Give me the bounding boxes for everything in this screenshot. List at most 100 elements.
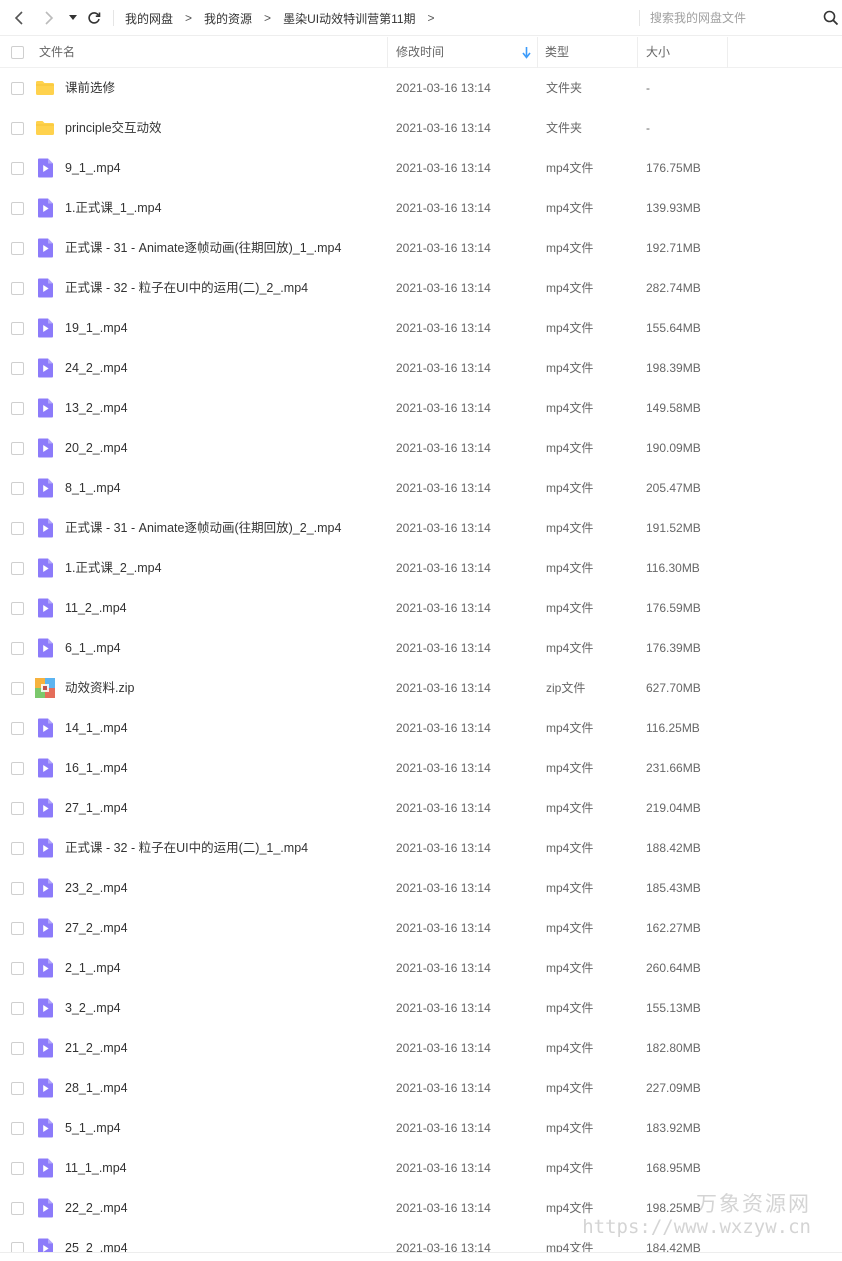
file-name[interactable]: 6_1_.mp4 (65, 628, 121, 668)
row-checkbox[interactable] (11, 562, 24, 575)
column-header-size[interactable]: 大小 (646, 37, 670, 68)
row-checkbox[interactable] (11, 1202, 24, 1215)
file-name[interactable]: 24_2_.mp4 (65, 348, 128, 388)
column-divider[interactable] (637, 37, 638, 68)
file-row[interactable]: 1.正式课_2_.mp4 2021-03-16 13:14 mp4文件 116.30M… (0, 548, 842, 588)
row-checkbox[interactable] (11, 682, 24, 695)
row-checkbox[interactable] (11, 1042, 24, 1055)
row-checkbox[interactable] (11, 362, 24, 375)
column-divider[interactable] (537, 37, 538, 68)
file-name[interactable]: 课前选修 (65, 68, 115, 108)
row-checkbox[interactable] (11, 762, 24, 775)
file-row[interactable]: 20_2_.mp4 2021-03-16 13:14 mp4文件 190.09MB (0, 428, 842, 468)
breadcrumb-item[interactable]: 我的网盘 (125, 10, 173, 27)
file-row[interactable]: 3_2_.mp4 2021-03-16 13:14 mp4文件 155.13MB (0, 988, 842, 1028)
row-checkbox[interactable] (11, 922, 24, 935)
file-row[interactable]: 11_1_.mp4 2021-03-16 13:14 mp4文件 168.95MB (0, 1148, 842, 1188)
search-button[interactable] (822, 9, 840, 27)
file-row[interactable]: 课前选修 2021-03-16 13:14 文件夹 - (0, 68, 842, 108)
row-checkbox[interactable] (11, 602, 24, 615)
file-name[interactable]: 1.正式课_1_.mp4 (65, 188, 162, 228)
row-checkbox[interactable] (11, 482, 24, 495)
file-name[interactable]: principle交互动效 (65, 108, 162, 148)
row-checkbox[interactable] (11, 1242, 24, 1252)
row-checkbox[interactable] (11, 842, 24, 855)
file-name[interactable]: 28_1_.mp4 (65, 1068, 128, 1108)
file-name[interactable]: 2_1_.mp4 (65, 948, 121, 988)
file-row[interactable]: 19_1_.mp4 2021-03-16 13:14 mp4文件 155.64MB (0, 308, 842, 348)
file-name[interactable]: 20_2_.mp4 (65, 428, 128, 468)
file-name[interactable]: 动效资料.zip (65, 668, 134, 708)
file-row[interactable]: 1.正式课_1_.mp4 2021-03-16 13:14 mp4文件 139.93M… (0, 188, 842, 228)
search-input[interactable] (650, 7, 815, 29)
file-row[interactable]: 动效资料.zip 2021-03-16 13:14 zip文件 627.70MB (0, 668, 842, 708)
row-checkbox[interactable] (11, 642, 24, 655)
file-row[interactable]: 正式课 - 32 - 粒子在UI中的运用(二)_1_.mp4 2021-03-16… (0, 828, 842, 868)
file-name[interactable]: 21_2_.mp4 (65, 1028, 128, 1068)
file-name[interactable]: 正式课 - 31 - Animate逐帧动画(往期回放)_1_.mp4 (65, 228, 341, 268)
file-row[interactable]: 9_1_.mp4 2021-03-16 13:14 mp4文件 176.75MB (0, 148, 842, 188)
file-row[interactable]: 27_1_.mp4 2021-03-16 13:14 mp4文件 219.04MB (0, 788, 842, 828)
row-checkbox[interactable] (11, 162, 24, 175)
row-checkbox[interactable] (11, 202, 24, 215)
file-row[interactable]: 28_1_.mp4 2021-03-16 13:14 mp4文件 227.09MB (0, 1068, 842, 1108)
row-checkbox[interactable] (11, 1122, 24, 1135)
file-name[interactable]: 25_2_.mp4 (65, 1228, 128, 1252)
row-checkbox[interactable] (11, 122, 24, 135)
file-row[interactable]: 2_1_.mp4 2021-03-16 13:14 mp4文件 260.64MB (0, 948, 842, 988)
row-checkbox[interactable] (11, 722, 24, 735)
column-header-type[interactable]: 类型 (545, 37, 569, 68)
history-dropdown-button[interactable] (64, 8, 82, 28)
row-checkbox[interactable] (11, 802, 24, 815)
file-row[interactable]: 正式课 - 32 - 粒子在UI中的运用(二)_2_.mp4 2021-03-16… (0, 268, 842, 308)
file-row[interactable]: 13_2_.mp4 2021-03-16 13:14 mp4文件 149.58MB (0, 388, 842, 428)
breadcrumb-item[interactable]: 墨染UI动效特训营第11期 (283, 10, 415, 27)
file-row[interactable]: 正式课 - 31 - Animate逐帧动画(往期回放)_2_.mp4 2021-… (0, 508, 842, 548)
file-name[interactable]: 22_2_.mp4 (65, 1188, 128, 1228)
row-checkbox[interactable] (11, 402, 24, 415)
refresh-button[interactable] (84, 8, 104, 28)
column-header-name[interactable]: 文件名 (39, 37, 75, 68)
file-name[interactable]: 16_1_.mp4 (65, 748, 128, 788)
sort-descending-icon[interactable] (522, 47, 531, 59)
file-name[interactable]: 11_2_.mp4 (65, 588, 127, 628)
row-checkbox[interactable] (11, 242, 24, 255)
file-row[interactable]: 27_2_.mp4 2021-03-16 13:14 mp4文件 162.27MB (0, 908, 842, 948)
file-name[interactable]: 11_1_.mp4 (65, 1148, 127, 1188)
forward-button[interactable] (38, 8, 60, 28)
file-row[interactable]: 23_2_.mp4 2021-03-16 13:14 mp4文件 185.43MB (0, 868, 842, 908)
row-checkbox[interactable] (11, 82, 24, 95)
file-row[interactable]: 11_2_.mp4 2021-03-16 13:14 mp4文件 176.59MB (0, 588, 842, 628)
file-row[interactable]: 16_1_.mp4 2021-03-16 13:14 mp4文件 231.66MB (0, 748, 842, 788)
file-row[interactable]: 正式课 - 31 - Animate逐帧动画(往期回放)_1_.mp4 2021-… (0, 228, 842, 268)
file-name[interactable]: 正式课 - 31 - Animate逐帧动画(往期回放)_2_.mp4 (65, 508, 341, 548)
file-name[interactable]: 正式课 - 32 - 粒子在UI中的运用(二)_2_.mp4 (65, 268, 308, 308)
file-row[interactable]: 22_2_.mp4 2021-03-16 13:14 mp4文件 198.25MB (0, 1188, 842, 1228)
row-checkbox[interactable] (11, 1082, 24, 1095)
file-row[interactable]: 21_2_.mp4 2021-03-16 13:14 mp4文件 182.80MB (0, 1028, 842, 1068)
breadcrumb-item[interactable]: 我的资源 (204, 10, 252, 27)
file-row[interactable]: 6_1_.mp4 2021-03-16 13:14 mp4文件 176.39MB (0, 628, 842, 668)
file-name[interactable]: 13_2_.mp4 (65, 388, 128, 428)
file-row[interactable]: 8_1_.mp4 2021-03-16 13:14 mp4文件 205.47MB (0, 468, 842, 508)
column-divider[interactable] (727, 37, 728, 68)
file-row[interactable]: 25_2_.mp4 2021-03-16 13:14 mp4文件 184.42MB (0, 1228, 842, 1252)
file-name[interactable]: 9_1_.mp4 (65, 148, 121, 188)
file-row[interactable]: 14_1_.mp4 2021-03-16 13:14 mp4文件 116.25MB (0, 708, 842, 748)
file-name[interactable]: 1.正式课_2_.mp4 (65, 548, 162, 588)
file-name[interactable]: 5_1_.mp4 (65, 1108, 121, 1148)
row-checkbox[interactable] (11, 1162, 24, 1175)
column-divider[interactable] (387, 37, 388, 68)
row-checkbox[interactable] (11, 442, 24, 455)
file-name[interactable]: 23_2_.mp4 (65, 868, 128, 908)
file-row[interactable]: 5_1_.mp4 2021-03-16 13:14 mp4文件 183.92MB (0, 1108, 842, 1148)
row-checkbox[interactable] (11, 1002, 24, 1015)
row-checkbox[interactable] (11, 522, 24, 535)
file-name[interactable]: 27_1_.mp4 (65, 788, 128, 828)
row-checkbox[interactable] (11, 882, 24, 895)
file-name[interactable]: 正式课 - 32 - 粒子在UI中的运用(二)_1_.mp4 (65, 828, 308, 868)
row-checkbox[interactable] (11, 282, 24, 295)
row-checkbox[interactable] (11, 322, 24, 335)
file-name[interactable]: 19_1_.mp4 (65, 308, 128, 348)
file-row[interactable]: principle交互动效 2021-03-16 13:14 文件夹 - (0, 108, 842, 148)
